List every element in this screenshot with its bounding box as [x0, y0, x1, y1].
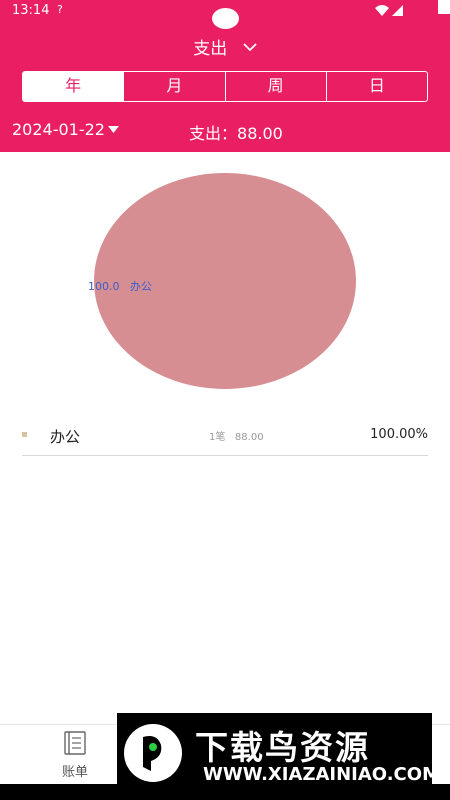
- pie-chart: 100.0 办公: [0, 152, 450, 414]
- legend-color-dot: [22, 432, 27, 437]
- type-label: 支出: [193, 39, 228, 59]
- pie-slice-name: 办公: [130, 280, 152, 293]
- status-time: 13:14: [12, 3, 50, 18]
- status-bar: 13:14 ?: [0, 0, 450, 29]
- caret-down-icon: [107, 126, 119, 133]
- tab-month[interactable]: 月: [123, 72, 224, 101]
- header: 13:14 ? 支出 年 月 周 日 2024-01-22 支出：88.00: [0, 0, 450, 152]
- chevron-down-icon: [243, 43, 257, 51]
- battery-icon: [438, 0, 450, 14]
- summary-value: 88.00: [237, 124, 283, 143]
- category-name: 办公: [50, 428, 81, 446]
- tab-year[interactable]: 年: [23, 72, 124, 101]
- sim-icon: ?: [57, 3, 63, 16]
- pie-chart-svg: [94, 173, 356, 389]
- ledger-icon: [64, 731, 86, 755]
- expense-summary: 支出：88.00: [189, 120, 283, 144]
- watermark-title: 下载鸟资源: [195, 728, 370, 767]
- bird-logo-icon: [124, 724, 182, 782]
- category-percent: 100.00%: [370, 427, 428, 442]
- camera-cutout: [212, 8, 239, 29]
- watermark-banner: 下载鸟资源 WWW.XIAZAINIAO.COM: [117, 713, 440, 790]
- wifi-signal-icon: [375, 5, 403, 16]
- summary-label: 支出：: [189, 124, 238, 143]
- nav-label-bills: 账单: [61, 765, 88, 780]
- tab-day[interactable]: 日: [325, 72, 427, 101]
- date-picker[interactable]: 2024-01-22: [12, 120, 119, 139]
- category-count: 1笔 88.00: [209, 432, 264, 443]
- system-nav-bar: [0, 784, 450, 800]
- tab-week[interactable]: 周: [224, 72, 326, 101]
- category-row-office[interactable]: 办公 1笔 88.00 100.00%: [22, 416, 428, 456]
- type-selector[interactable]: 支出: [0, 34, 450, 59]
- period-tabs: 年 月 周 日: [22, 71, 428, 102]
- pie-slice-value: 100.0: [88, 280, 120, 293]
- date-value: 2024-01-22: [12, 120, 105, 139]
- nav-item-bills[interactable]: 账单: [50, 731, 100, 780]
- watermark-url: WWW.XIAZAINIAO.COM: [203, 764, 440, 785]
- pie-slice-label: 100.0 办公: [88, 278, 152, 294]
